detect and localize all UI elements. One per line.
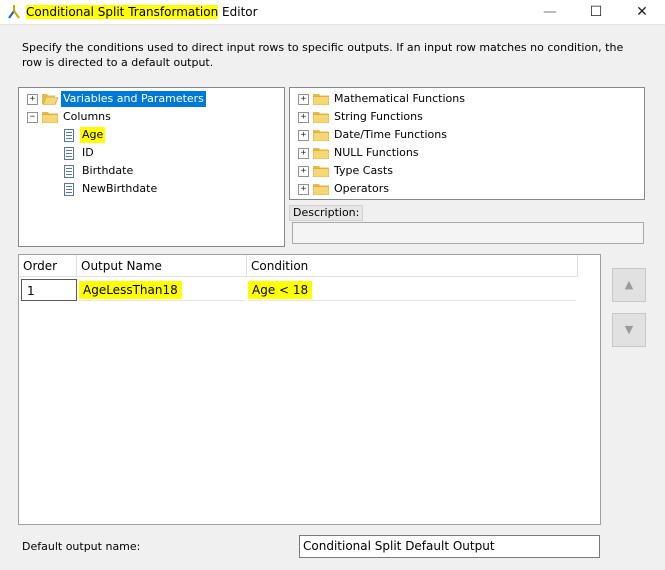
tree-item-mathematical-functions[interactable]: + Mathematical Functions <box>290 90 644 108</box>
tree-item-null-functions[interactable]: + NULL Functions <box>290 144 644 162</box>
tree-item-column-age[interactable]: Age <box>19 126 284 144</box>
functions-tree[interactable]: + Mathematical Functions + String Functi… <box>289 87 645 200</box>
tree-item-label: Columns <box>63 110 111 123</box>
tree-item-label: String Functions <box>334 110 423 123</box>
collapse-icon[interactable]: − <box>27 112 38 123</box>
tree-item-label: ID <box>82 146 94 159</box>
tree-item-string-functions[interactable]: + String Functions <box>290 108 644 126</box>
cell-output-name[interactable]: AgeLessThan18 <box>79 279 245 301</box>
maximize-button[interactable]: ☐ <box>573 0 619 24</box>
tree-item-label: NULL Functions <box>334 146 419 159</box>
tree-item-datetime-functions[interactable]: + Date/Time Functions <box>290 126 644 144</box>
column-header-condition[interactable]: Condition <box>247 255 578 277</box>
folder-icon <box>313 94 329 105</box>
column-icon <box>64 129 74 142</box>
expand-icon[interactable]: + <box>27 94 38 105</box>
tree-item-label: Age <box>80 127 106 143</box>
tree-item-operators[interactable]: + Operators <box>290 180 644 198</box>
tree-item-column-newbirthdate[interactable]: NewBirthdate <box>19 180 284 198</box>
close-button[interactable]: ✕ <box>619 0 665 24</box>
window-title-rest: Editor <box>218 5 258 19</box>
description-field <box>292 222 644 244</box>
folder-icon <box>313 112 329 123</box>
conditions-grid[interactable]: Order Output Name Condition 1 AgeLessTha… <box>18 254 601 525</box>
folder-icon <box>42 112 58 123</box>
expand-icon[interactable]: + <box>298 130 309 141</box>
window-title: Conditional Split Transformation Editor <box>26 4 258 20</box>
cell-condition[interactable]: Age < 18 <box>248 279 576 301</box>
tree-item-label: Mathematical Functions <box>334 92 465 105</box>
column-header-order[interactable]: Order <box>19 255 77 277</box>
minimize-button[interactable]: — <box>527 0 573 24</box>
folder-icon <box>313 130 329 141</box>
column-icon <box>64 147 74 160</box>
default-output-label: Default output name: <box>22 540 141 553</box>
column-icon <box>64 183 74 196</box>
folder-icon <box>313 148 329 159</box>
tree-item-column-birthdate[interactable]: Birthdate <box>19 162 284 180</box>
folder-icon <box>313 166 329 177</box>
tree-item-type-casts[interactable]: + Type Casts <box>290 162 644 180</box>
column-icon <box>64 165 74 178</box>
folder-open-icon <box>42 94 58 105</box>
expand-icon[interactable]: + <box>298 94 309 105</box>
variables-columns-tree[interactable]: + Variables and Parameters − Columns Age… <box>18 87 285 247</box>
expand-icon[interactable]: + <box>298 184 309 195</box>
instructions-text: Specify the conditions used to direct in… <box>22 41 624 69</box>
move-down-button[interactable]: ▼ <box>612 313 646 347</box>
conditional-split-icon <box>8 5 20 19</box>
cell-order[interactable]: 1 <box>21 279 77 301</box>
tree-item-columns[interactable]: − Columns <box>19 108 284 126</box>
tree-item-variables[interactable]: + Variables and Parameters <box>19 90 284 108</box>
folder-icon <box>313 184 329 195</box>
description-label: Description: <box>289 205 364 221</box>
title-divider <box>0 24 665 25</box>
arrow-up-icon: ▲ <box>624 278 634 291</box>
expand-icon[interactable]: + <box>298 166 309 177</box>
column-header-output-name[interactable]: Output Name <box>77 255 247 277</box>
tree-item-label: Birthdate <box>82 164 134 177</box>
tree-item-label: Variables and Parameters <box>61 91 206 107</box>
expand-icon[interactable]: + <box>298 148 309 159</box>
tree-item-label: NewBirthdate <box>82 182 158 195</box>
tree-item-label: Type Casts <box>334 164 393 177</box>
tree-item-column-id[interactable]: ID <box>19 144 284 162</box>
move-up-button[interactable]: ▲ <box>612 268 646 302</box>
arrow-down-icon: ▼ <box>624 323 634 336</box>
expand-icon[interactable]: + <box>298 112 309 123</box>
default-output-input[interactable]: Conditional Split Default Output <box>299 535 600 558</box>
tree-item-label: Date/Time Functions <box>334 128 447 141</box>
window-title-highlighted: Conditional Split Transformation <box>26 5 219 19</box>
output-name-value: AgeLessThan18 <box>79 281 182 299</box>
condition-value: Age < 18 <box>248 281 313 299</box>
tree-item-label: Operators <box>334 182 389 195</box>
